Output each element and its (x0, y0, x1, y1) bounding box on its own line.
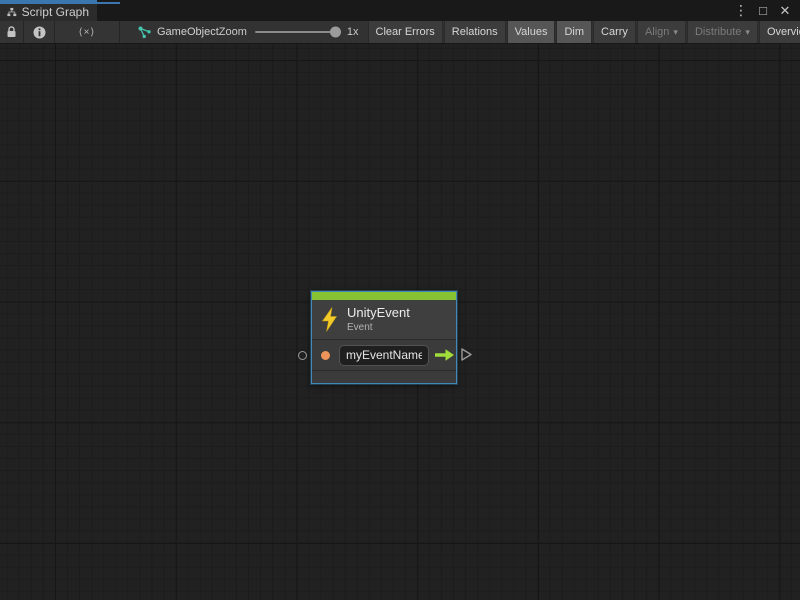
maximize-icon[interactable]: □ (754, 2, 772, 20)
toolbar-buttons: Clear Errors Relations Values Dim Carry … (368, 21, 800, 43)
align-dropdown[interactable]: Align ▾ (637, 21, 686, 43)
window-menu-icon[interactable]: ⋮ (732, 2, 750, 20)
flow-output-port[interactable] (434, 348, 455, 362)
titlebar: Script Graph ⋮ □ ✕ (0, 0, 800, 21)
dim-button[interactable]: Dim (556, 21, 592, 43)
chevron-down-icon: ▾ (745, 27, 750, 38)
active-tab-highlight (0, 2, 120, 4)
zoom-label: Zoom (219, 26, 247, 38)
string-input-port[interactable] (321, 351, 330, 360)
triangle-port-icon (460, 347, 473, 362)
event-name-input[interactable] (339, 345, 429, 366)
close-icon[interactable]: ✕ (776, 2, 794, 20)
tab-script-graph[interactable]: Script Graph (0, 0, 97, 21)
graph-hierarchy-icon (7, 6, 17, 18)
info-icon (33, 26, 46, 39)
code-brackets-icon: ⟨×⟩ (79, 27, 96, 38)
zoom-value: 1x (347, 26, 359, 38)
graph-reference-breadcrumb[interactable]: GameObject (120, 21, 219, 43)
tab-label: Script Graph (22, 5, 89, 19)
node-title: UnityEvent (347, 306, 410, 321)
unity-event-node[interactable]: UnityEvent Event (311, 291, 457, 384)
node-subtitle: Event (347, 322, 410, 334)
flow-connection-port[interactable] (460, 347, 473, 362)
flow-arrow-icon (434, 348, 455, 362)
lock-icon (6, 26, 17, 38)
code-preview-button[interactable]: ⟨×⟩ (55, 21, 120, 43)
distribute-dropdown[interactable]: Distribute ▾ (687, 21, 758, 43)
zoom-control: Zoom 1x (219, 21, 359, 43)
overview-button[interactable]: Overview (759, 21, 800, 43)
values-button[interactable]: Values (507, 21, 556, 43)
carry-button[interactable]: Carry (593, 21, 636, 43)
info-button[interactable] (24, 21, 55, 43)
node-event-colorbar (312, 292, 456, 300)
script-graph-window: Script Graph ⋮ □ ✕ (0, 0, 800, 600)
node-header[interactable]: UnityEvent Event (312, 300, 456, 339)
clear-errors-button[interactable]: Clear Errors (368, 21, 443, 43)
graph-toolbar: ⟨×⟩ GameObject Zoom 1x Clear Error (0, 21, 800, 44)
graph-canvas[interactable]: UnityEvent Event (0, 44, 800, 600)
node-footer (312, 371, 456, 383)
lock-button[interactable] (0, 21, 24, 43)
zoom-slider-handle[interactable] (330, 27, 341, 38)
graph-reference-label: GameObject (157, 26, 219, 38)
chevron-down-icon: ▾ (673, 27, 678, 38)
node-port-row (312, 340, 456, 370)
zoom-slider[interactable] (255, 31, 339, 33)
graph-reference-icon (138, 26, 151, 39)
relations-button[interactable]: Relations (444, 21, 506, 43)
lightning-bolt-icon (321, 307, 338, 332)
titlebar-drag-area (97, 0, 732, 21)
value-connection-port[interactable] (298, 351, 307, 360)
